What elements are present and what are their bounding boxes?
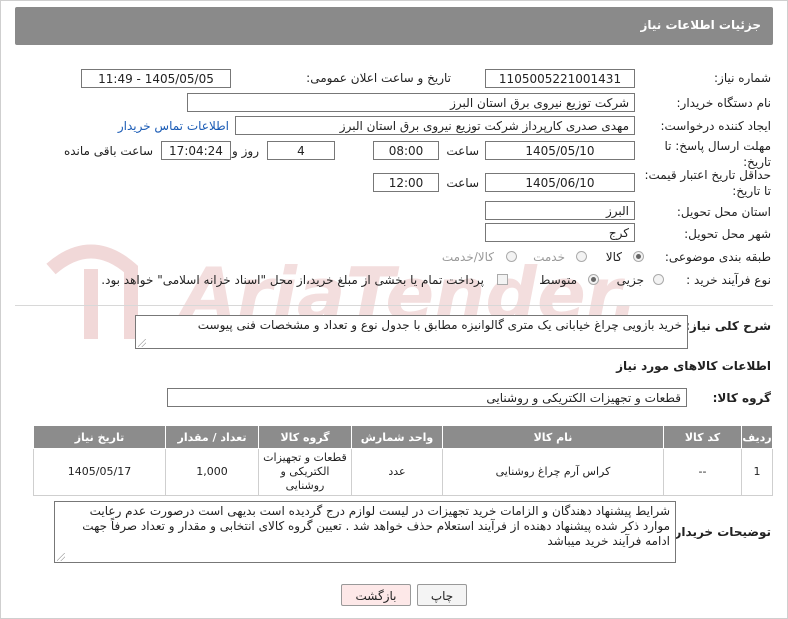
goods-table: ردیف کد کالا نام کالا واحد شمارش گروه کا… bbox=[33, 425, 773, 496]
cell-code: -- bbox=[663, 448, 742, 496]
col-row: ردیف bbox=[741, 425, 773, 449]
remaining-label: ساعت باقی مانده bbox=[63, 144, 153, 158]
announce-field: 1405/05/05 - 11:49 bbox=[81, 69, 231, 88]
validity-time-label: ساعت bbox=[446, 176, 479, 190]
category-label: طبقه بندی موضوعی: bbox=[664, 250, 771, 264]
announce-label: تاریخ و ساعت اعلان عمومی: bbox=[306, 71, 451, 85]
goods-group-label: گروه کالا: bbox=[712, 391, 771, 405]
treasury-payment-label: پرداخت تمام یا بخشی از مبلغ خرید،از محل … bbox=[101, 273, 484, 287]
deadline-label: مهلت ارسال پاسخ: تا تاریخ: bbox=[664, 139, 771, 169]
buyer-notes-text: شرایط پیشنهاد دهندگان و الزامات خرید تجه… bbox=[82, 504, 670, 548]
deadline-date-field: 1405/05/10 bbox=[485, 141, 635, 160]
creator-label: ایجاد کننده درخواست: bbox=[660, 119, 771, 133]
summary-text: خرید بازویی چراغ خیابانی یک متری گالوانی… bbox=[197, 318, 682, 332]
goods-table-header: ردیف کد کالا نام کالا واحد شمارش گروه کا… bbox=[33, 425, 773, 449]
table-row: 1 -- کراس آرم چراغ روشنایی عدد قطعات و ت… bbox=[33, 448, 773, 496]
cell-group: قطعات و تجهیزات الکتریکی و روشنایی bbox=[258, 448, 352, 496]
buyer-notes-label: توضیحات خریدار: bbox=[669, 525, 771, 539]
city-field: کرج bbox=[485, 223, 635, 242]
col-date: تاریخ نیاز bbox=[33, 425, 166, 449]
process-radio-minor[interactable] bbox=[653, 274, 664, 285]
process-minor-label: جزیی bbox=[616, 273, 644, 287]
col-code: کد کالا bbox=[663, 425, 742, 449]
divider bbox=[15, 305, 773, 306]
deadline-time-label: ساعت bbox=[446, 144, 479, 158]
col-qty: تعداد / مقدار bbox=[165, 425, 259, 449]
remaining-time-field: 17:04:24 bbox=[161, 141, 231, 160]
cell-row: 1 bbox=[741, 448, 773, 496]
cell-name: کراس آرم چراغ روشنایی bbox=[442, 448, 664, 496]
page-title: جزئیات اطلاعات نیاز bbox=[640, 18, 761, 32]
cell-unit: عدد bbox=[351, 448, 443, 496]
contact-info-link[interactable]: اطلاعات تماس خریدار bbox=[118, 119, 229, 133]
days-label: روز و bbox=[232, 144, 259, 158]
treasury-payment-checkbox[interactable] bbox=[497, 274, 508, 285]
need-number-label: شماره نیاز: bbox=[714, 71, 771, 85]
col-name: نام کالا bbox=[442, 425, 664, 449]
resize-grip-icon[interactable] bbox=[57, 553, 65, 561]
process-label: نوع فرآیند خرید : bbox=[686, 273, 771, 287]
col-unit: واحد شمارش bbox=[351, 425, 443, 449]
goods-section-title: اطلاعات کالاهای مورد نیاز bbox=[616, 359, 771, 373]
page-header: جزئیات اطلاعات نیاز bbox=[15, 7, 773, 45]
process-medium-label: متوسط bbox=[539, 273, 577, 287]
category-service-label: خدمت bbox=[533, 250, 565, 264]
buyer-notes-textarea[interactable]: شرایط پیشنهاد دهندگان و الزامات خرید تجه… bbox=[54, 501, 676, 563]
buyer-org-field: شرکت توزیع نیروی برق استان البرز bbox=[187, 93, 635, 112]
days-field: 4 bbox=[267, 141, 335, 160]
print-button[interactable]: چاپ bbox=[417, 584, 467, 606]
summary-textarea[interactable]: خرید بازویی چراغ خیابانی یک متری گالوانی… bbox=[135, 315, 688, 349]
validity-label: حداقل تاریخ اعتبار قیمت: تا تاریخ: bbox=[644, 168, 771, 198]
back-button[interactable]: بازگشت bbox=[341, 584, 411, 606]
city-label: شهر محل تحویل: bbox=[684, 227, 771, 241]
validity-time-field: 12:00 bbox=[373, 173, 439, 192]
buyer-org-label: نام دستگاه خریدار: bbox=[676, 96, 772, 110]
category-radio-service[interactable] bbox=[576, 251, 587, 262]
resize-grip-icon[interactable] bbox=[138, 339, 146, 347]
category-goods-label: کالا bbox=[605, 250, 622, 264]
cell-date: 1405/05/17 bbox=[33, 448, 166, 496]
category-radio-goods[interactable] bbox=[633, 251, 644, 262]
province-label: استان محل تحویل: bbox=[676, 205, 771, 219]
validity-date-field: 1405/06/10 bbox=[485, 173, 635, 192]
need-number-field: 1105005221001431 bbox=[485, 69, 635, 88]
deadline-time-field: 08:00 bbox=[373, 141, 439, 160]
province-field: البرز bbox=[485, 201, 635, 220]
goods-group-field: قطعات و تجهیزات الکتریکی و روشنایی bbox=[167, 388, 687, 407]
creator-field: مهدی صدری کارپرداز شرکت توزیع نیروی برق … bbox=[235, 116, 635, 135]
page-frame: جزئیات اطلاعات نیاز AriaTender.net شماره… bbox=[0, 0, 788, 619]
cell-qty: 1,000 bbox=[165, 448, 259, 496]
col-group: گروه کالا bbox=[258, 425, 352, 449]
category-radio-goods-service[interactable] bbox=[506, 251, 517, 262]
category-goods-service-label: کالا/خدمت bbox=[441, 250, 494, 264]
process-radio-medium[interactable] bbox=[588, 274, 599, 285]
summary-label: شرح کلی نیاز: bbox=[685, 319, 771, 333]
